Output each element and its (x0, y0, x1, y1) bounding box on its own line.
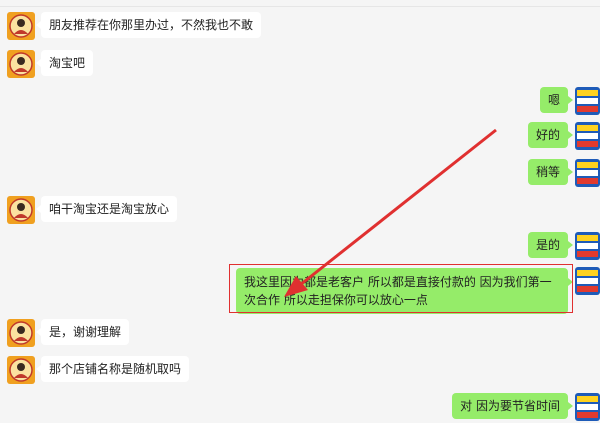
message-bubble[interactable]: 咱干淘宝还是淘宝放心 (35, 196, 178, 222)
own-avatar-icon[interactable] (575, 267, 600, 295)
own-avatar-icon[interactable] (575, 232, 600, 260)
message-row: 嗯 (0, 87, 600, 117)
divider (0, 6, 600, 7)
message-row: 对 因为要节省时间 (0, 393, 600, 423)
message-bubble[interactable]: 好的 (527, 122, 574, 148)
own-avatar-icon[interactable] (575, 159, 600, 187)
own-avatar-icon[interactable] (575, 87, 600, 115)
message-bubble[interactable]: 嗯 (539, 87, 574, 113)
message-bubble[interactable]: 稍等 (527, 159, 574, 185)
message-row: 是的 (0, 232, 600, 262)
message-row: 咱干淘宝还是淘宝放心 (0, 196, 600, 226)
message-row: 淘宝吧 (0, 50, 600, 80)
message-bubble[interactable]: 朋友推荐在你那里办过，不然我也不敢 (35, 12, 262, 38)
message-bubble[interactable]: 那个店铺名称是随机取吗 (35, 356, 190, 382)
own-avatar-icon[interactable] (575, 393, 600, 421)
contact-avatar-icon[interactable] (7, 50, 35, 78)
message-row: 那个店铺名称是随机取吗 (0, 356, 600, 386)
message-row: 好的 (0, 122, 600, 152)
contact-avatar-icon[interactable] (7, 196, 35, 224)
contact-avatar-icon[interactable] (7, 319, 35, 347)
own-avatar-icon[interactable] (575, 122, 600, 150)
message-bubble[interactable]: 是的 (527, 232, 574, 258)
contact-avatar-icon[interactable] (7, 12, 35, 40)
highlight-box (229, 264, 573, 313)
message-row: 是，谢谢理解 (0, 319, 600, 349)
contact-avatar-icon[interactable] (7, 356, 35, 384)
message-row: 朋友推荐在你那里办过，不然我也不敢 (0, 12, 600, 42)
message-row: 稍等 (0, 159, 600, 189)
message-bubble[interactable]: 淘宝吧 (35, 50, 94, 76)
message-bubble[interactable]: 是，谢谢理解 (35, 319, 130, 345)
message-bubble[interactable]: 对 因为要节省时间 (452, 393, 573, 419)
chat-window: 朋友推荐在你那里办过，不然我也不敢 淘宝吧 嗯 好的 稍等 咱干淘宝还是淘宝放心… (0, 0, 600, 423)
